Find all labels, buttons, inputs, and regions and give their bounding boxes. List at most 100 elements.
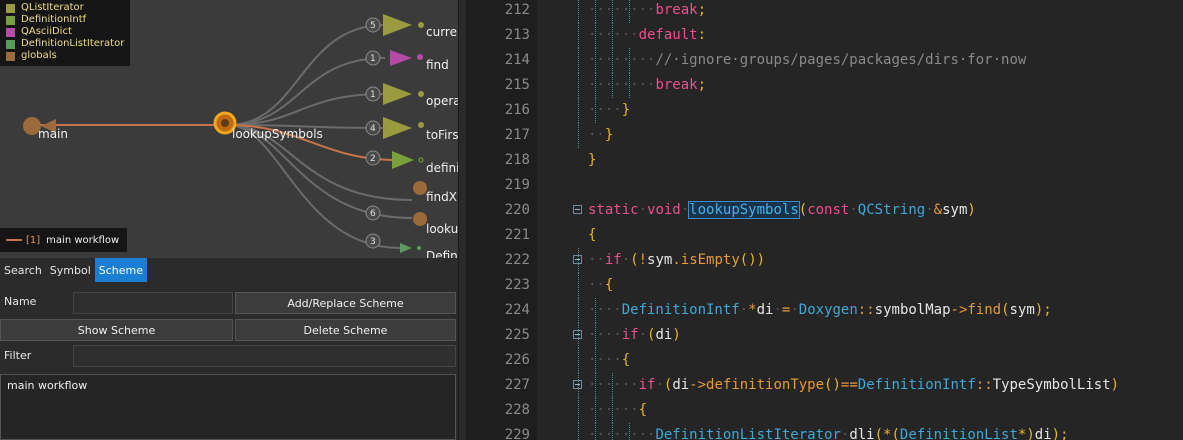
- line-number: 225: [504, 327, 530, 343]
- tab-scheme[interactable]: Scheme: [94, 258, 148, 282]
- indent-guide: [611, 398, 613, 423]
- node-label-find: find: [426, 58, 449, 72]
- indent-guide: [611, 423, 613, 440]
- indent-guide: [578, 123, 579, 148]
- code-token: ·: [638, 202, 648, 218]
- code-token: !: [638, 252, 648, 268]
- code-token: ·: [680, 202, 690, 218]
- code-token: if: [638, 377, 656, 393]
- code-line[interactable]: 214 ········//·ignore·groups/pages/packag…: [466, 48, 1183, 73]
- delete-scheme-button[interactable]: Delete Scheme: [235, 319, 456, 341]
- panel-tabs: Search Symbol Scheme: [0, 258, 458, 282]
- code-line[interactable]: 222 ··if·(!sym.isEmpty()): [466, 248, 1183, 273]
- filter-input[interactable]: [73, 345, 456, 367]
- code-line[interactable]: 225 ····if·(di): [466, 323, 1183, 348]
- indent-guide: [578, 298, 579, 323]
- scheme-name-input[interactable]: [73, 292, 233, 314]
- code-line[interactable]: 216 ····}: [466, 98, 1183, 123]
- line-number: 228: [504, 402, 530, 418]
- code-line[interactable]: 217 ··}: [466, 123, 1183, 148]
- code-text: static·void·lookupSymbols(const·QCString…: [588, 198, 976, 223]
- code-token: DefinitionListIterator: [655, 427, 841, 440]
- code-line[interactable]: 219: [466, 173, 1183, 198]
- call-graph-view[interactable]: main lookupSymbols curren find opera toF…: [0, 0, 458, 258]
- indent-guide: [628, 48, 630, 73]
- code-line[interactable]: 221 {: [466, 223, 1183, 248]
- code-token: ->: [689, 377, 707, 393]
- indent-whitespace: ····: [588, 302, 622, 318]
- add-replace-scheme-button[interactable]: Add/Replace Scheme: [235, 292, 456, 314]
- fold-toggle-icon[interactable]: [573, 205, 582, 214]
- show-scheme-button[interactable]: Show Scheme: [0, 319, 233, 341]
- node-definitionlist-dot: [417, 246, 421, 250]
- highlighted-symbol[interactable]: lookupSymbols: [688, 201, 800, 219]
- scheme-actions-row: Show Scheme Delete Scheme: [0, 318, 458, 342]
- node-find[interactable]: [390, 50, 412, 66]
- code-line[interactable]: 213 ······default:: [466, 23, 1183, 48]
- node-tofirst[interactable]: [383, 117, 412, 139]
- legend-item: DefinitionIntf: [6, 14, 130, 26]
- indent-whitespace: ····: [588, 102, 622, 118]
- line-number: 223: [504, 277, 530, 293]
- node-definition[interactable]: [392, 151, 414, 169]
- code-token: }: [604, 127, 614, 143]
- code-line[interactable]: 227 ······if·(di->definitionType()==Defin…: [466, 373, 1183, 398]
- code-line[interactable]: 212 ········break;: [466, 0, 1183, 23]
- code-text: ········break;: [588, 0, 706, 23]
- code-line[interactable]: 226 ····{: [466, 348, 1183, 373]
- edge-badge-count: 4: [370, 124, 376, 134]
- code-token: ): [967, 202, 976, 218]
- code-line[interactable]: 218}: [466, 148, 1183, 173]
- code-line[interactable]: 228 ······{: [466, 398, 1183, 423]
- code-token: di: [1034, 427, 1052, 440]
- node-definitionlist[interactable]: [400, 243, 412, 253]
- code-editor[interactable]: 212 ········break; 213 ······default: 214 ···…: [466, 0, 1183, 440]
- code-line[interactable]: 223 ··{: [466, 273, 1183, 298]
- indent-guide: [578, 73, 579, 98]
- indent-guide: [578, 23, 579, 48]
- code-token: {: [638, 402, 648, 418]
- line-number: 222: [504, 252, 530, 268]
- indent-guide: [628, 0, 630, 23]
- code-line[interactable]: 229 ········DefinitionListIterator·dli(*(…: [466, 423, 1183, 440]
- indent-guide: [611, 23, 613, 48]
- node-current[interactable]: [383, 14, 412, 36]
- scheme-panel: Search Symbol Scheme Name Add/Replace Sc…: [0, 258, 458, 440]
- indent-guide: [594, 298, 596, 323]
- indent-guide: [611, 0, 613, 23]
- legend-swatch: [6, 39, 15, 49]
- scheme-list-item[interactable]: main workflow: [1, 375, 455, 396]
- tab-symbol[interactable]: Symbol: [46, 258, 95, 282]
- edge-badge-count: 1: [370, 54, 376, 64]
- legend-item: QListIterator: [6, 2, 130, 14]
- indent-guide: [611, 48, 613, 73]
- node-operator-dot: [418, 91, 424, 97]
- code-token: (: [1001, 302, 1010, 318]
- code-token: ): [672, 327, 681, 343]
- code-text: ········//·ignore·groups/pages/packages/…: [588, 48, 1026, 73]
- code-line[interactable]: 224 ····DefinitionIntf·*di·=·Doxygen::sym…: [466, 298, 1183, 323]
- indent-guide: [594, 398, 596, 423]
- edge-badge-count: 5: [370, 21, 376, 31]
- code-line[interactable]: 215 ········break;: [466, 73, 1183, 98]
- code-text: ··if·(!sym.isEmpty()): [588, 248, 765, 273]
- indent-guide: [578, 423, 579, 440]
- legend-swatch: [6, 51, 15, 61]
- code-line[interactable]: 220 static·void·lookupSymbols(const·QCStr…: [466, 198, 1183, 223]
- scheme-label: main workflow: [46, 234, 120, 246]
- code-token: ·: [621, 252, 631, 268]
- line-number: 214: [504, 52, 530, 68]
- active-scheme-tag[interactable]: [1] main workflow: [0, 228, 127, 252]
- graph-legend: QListIterator DefinitionIntf QAsciiDict …: [0, 0, 130, 66]
- indent-whitespace: ··: [588, 252, 605, 268]
- code-token: *: [748, 302, 757, 318]
- scheme-list[interactable]: main workflow: [0, 374, 456, 440]
- node-operator[interactable]: [383, 83, 412, 105]
- code-token: DefinitionList: [899, 427, 1018, 440]
- code-token: );: [1034, 302, 1052, 318]
- tab-search[interactable]: Search: [0, 258, 46, 282]
- node-label-findxref: findXI: [426, 190, 458, 204]
- code-text: }: [588, 148, 596, 173]
- code-text: ······{: [588, 398, 647, 423]
- node-label-tofirst: toFirs: [426, 128, 458, 142]
